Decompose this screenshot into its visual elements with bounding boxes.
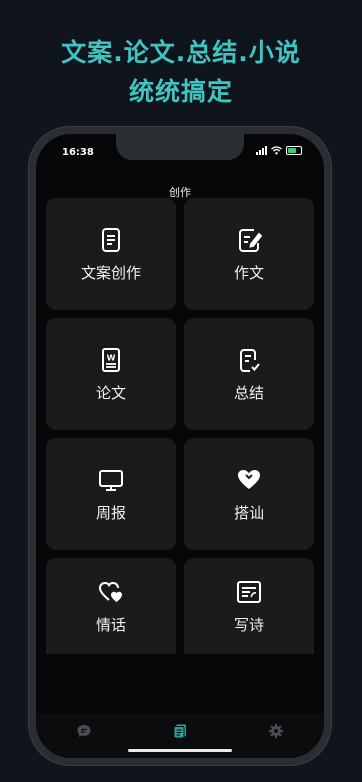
card-copywriting[interactable]: 文案创作 [46,198,176,310]
monitor-icon [99,469,123,491]
card-paper[interactable]: W 论文 [46,318,176,430]
tab-chat[interactable] [64,720,104,742]
status-icons [256,146,302,155]
tab-settings[interactable] [256,720,296,742]
battery-icon [286,146,302,155]
heart-icon [238,469,260,489]
card-label: 情话 [95,615,126,634]
newspaper-icon [237,580,261,603]
home-indicator [128,749,232,752]
status-time: 16:38 [62,147,94,158]
card-label: 论文 [95,383,126,402]
svg-text:W: W [107,353,116,362]
card-label: 写诗 [233,615,264,634]
card-pickup[interactable]: 搭讪 [184,438,314,550]
headline-line-2: 统统搞定 [128,77,233,106]
card-weekly-report[interactable]: 周报 [46,438,176,550]
card-label: 搭讪 [233,503,264,522]
card-summary[interactable]: 总结 [184,318,314,430]
signal-icon [256,146,267,155]
word-document-icon: W [102,347,120,372]
edit-document-icon [239,228,263,252]
card-poetry[interactable]: 写诗 [184,558,314,654]
phone-screen: 16:38 创作 文案创作 作文 W 论文 总结 周报 搭讪 情话 写诗 [36,134,324,758]
card-love-words[interactable]: 情话 [46,558,176,654]
copy-document-icon [173,724,186,739]
tab-create[interactable] [160,720,200,742]
card-label: 文案创作 [80,263,141,282]
document-icon [102,227,120,252]
chat-bubble-icon [77,725,91,737]
wifi-icon [271,146,282,155]
gear-icon [268,723,284,739]
card-label: 总结 [233,383,264,402]
card-essay[interactable]: 作文 [184,198,314,310]
card-label: 周报 [95,503,126,522]
promo-background: 文案.论文.总结.小说 统统搞定 16:38 创作 文案创作 作文 W 论文 总… [0,0,362,782]
checklist-document-icon [240,348,260,372]
card-label: 作文 [233,263,264,282]
hearts-icon [98,581,122,602]
notch [116,134,244,160]
category-grid: 文案创作 作文 W 论文 总结 周报 搭讪 情话 写诗 [46,198,314,654]
headline-line-1: 文案.论文.总结.小说 [61,38,301,67]
phone-frame: 16:38 创作 文案创作 作文 W 论文 总结 周报 搭讪 情话 写诗 [28,126,332,766]
